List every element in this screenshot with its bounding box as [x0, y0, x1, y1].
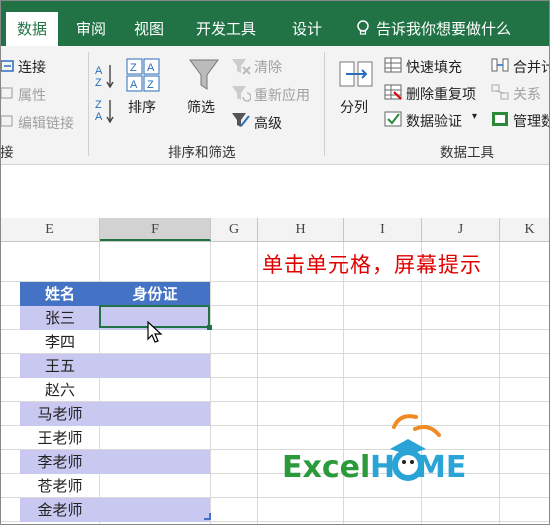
- id-cell[interactable]: [100, 402, 210, 426]
- grid-line: [499, 242, 500, 525]
- data-validation-dropdown-icon[interactable]: ▾: [472, 111, 477, 122]
- svg-text:Z: Z: [130, 62, 137, 74]
- fill-handle[interactable]: [207, 325, 212, 330]
- tab-view[interactable]: 视图: [122, 12, 176, 46]
- table-header-name[interactable]: 姓名: [20, 282, 100, 306]
- filter-funnel-icon: [189, 59, 219, 90]
- sort-filter-group-label: 排序和筛选: [168, 145, 236, 161]
- tell-me-box[interactable]: 告诉我你想要做什么: [356, 12, 511, 46]
- svg-text:A: A: [130, 79, 138, 91]
- column-header-G[interactable]: G: [211, 218, 258, 241]
- logo-text-home: H ME: [370, 450, 466, 485]
- tab-design[interactable]: 设计: [282, 12, 332, 46]
- mouse-cursor-icon: [147, 321, 163, 343]
- properties-icon: [0, 87, 13, 99]
- consolidate-icon: [491, 58, 509, 72]
- text-to-columns-icon: [339, 61, 373, 87]
- svg-text:A: A: [95, 111, 103, 123]
- column-header-J[interactable]: J: [422, 218, 500, 241]
- name-cell[interactable]: 苍老师: [20, 474, 100, 498]
- data-validation-icon: [384, 111, 402, 127]
- text-to-columns-button[interactable]: 分列: [340, 97, 368, 117]
- edit-links-icon: [0, 115, 13, 127]
- svg-text:A: A: [95, 65, 103, 77]
- ribbon-tab-bar: 数据 审阅 视图 开发工具 设计 告诉我你想要做什么: [0, 0, 550, 46]
- tab-review[interactable]: 审阅: [64, 12, 118, 46]
- column-header-E[interactable]: E: [0, 218, 100, 241]
- flash-fill-icon: [384, 57, 402, 73]
- svg-text:Z: Z: [147, 79, 154, 91]
- grid-line: [257, 242, 258, 525]
- tell-me-text: 告诉我你想要做什么: [376, 20, 512, 38]
- name-cell[interactable]: 王老师: [20, 426, 100, 450]
- remove-duplicates-icon: [384, 84, 402, 100]
- tab-developer[interactable]: 开发工具: [186, 12, 266, 46]
- clear-button[interactable]: 清除: [254, 57, 282, 77]
- screen-tip-annotation: 单击单元格，屏幕提示: [262, 253, 482, 277]
- filter-button[interactable]: 筛选: [187, 97, 215, 117]
- consolidate-button[interactable]: 合并计: [513, 57, 550, 77]
- relationships-button[interactable]: 关系: [513, 84, 541, 104]
- reapply-button[interactable]: 重新应用: [254, 85, 310, 105]
- reapply-icon: [232, 86, 251, 102]
- table-header-id[interactable]: 身份证: [100, 282, 210, 306]
- relationships-icon: [491, 84, 509, 100]
- logo-text-excel: Excel: [282, 450, 370, 485]
- manage-data-model-button[interactable]: 管理数: [513, 111, 550, 131]
- data-validation-button[interactable]: 数据验证: [406, 111, 462, 131]
- connections-icon: [0, 60, 14, 72]
- column-header-K[interactable]: K: [500, 218, 550, 241]
- connections-button[interactable]: 连接: [18, 57, 46, 77]
- lightbulb-icon: [357, 20, 369, 35]
- ribbon-separator: [88, 52, 89, 156]
- id-cell[interactable]: [100, 450, 210, 474]
- name-cell[interactable]: 赵六: [20, 378, 100, 402]
- sort-icon: ZA AZ: [126, 58, 160, 92]
- clear-filter-icon: [232, 59, 251, 75]
- tab-data[interactable]: 数据: [6, 12, 58, 46]
- formula-area: [0, 165, 550, 219]
- column-header-bar: E F G H I J K: [0, 218, 550, 242]
- svg-text:Z: Z: [95, 77, 102, 89]
- properties-button[interactable]: 属性: [18, 85, 46, 105]
- ribbon-separator: [324, 52, 325, 156]
- connections-group-label: 接: [0, 145, 14, 161]
- name-cell[interactable]: 金老师: [20, 498, 100, 522]
- id-cell[interactable]: [100, 354, 210, 378]
- sort-az-icons[interactable]: A Z Z A: [94, 62, 116, 124]
- data-tools-group-label: 数据工具: [440, 145, 494, 161]
- name-cell[interactable]: 李四: [20, 330, 100, 354]
- sort-button[interactable]: 排序: [128, 97, 156, 117]
- advanced-filter-icon: [232, 113, 250, 127]
- name-cell[interactable]: 李老师: [20, 450, 100, 474]
- manage-data-model-icon: [492, 112, 508, 126]
- name-cell[interactable]: 王五: [20, 354, 100, 378]
- svg-text:Z: Z: [95, 99, 102, 111]
- svg-text:A: A: [147, 62, 155, 74]
- remove-duplicates-button[interactable]: 删除重复项: [406, 84, 476, 104]
- name-cell[interactable]: 张三: [20, 306, 100, 330]
- excelhome-logo-graphic: Excel H ME: [282, 414, 466, 485]
- column-header-H[interactable]: H: [258, 218, 344, 241]
- advanced-button[interactable]: 高级: [254, 113, 282, 133]
- name-cell[interactable]: 马老师: [20, 402, 100, 426]
- excelhome-logo: Excel H ME: [282, 405, 472, 485]
- edit-links-button[interactable]: 编辑链接: [18, 113, 74, 133]
- grid-line: [210, 242, 211, 525]
- id-cell[interactable]: [100, 498, 210, 522]
- table-resize-handle[interactable]: [204, 513, 211, 520]
- column-header-I[interactable]: I: [344, 218, 422, 241]
- flash-fill-button[interactable]: 快速填充: [406, 57, 462, 77]
- column-header-F[interactable]: F: [100, 218, 211, 241]
